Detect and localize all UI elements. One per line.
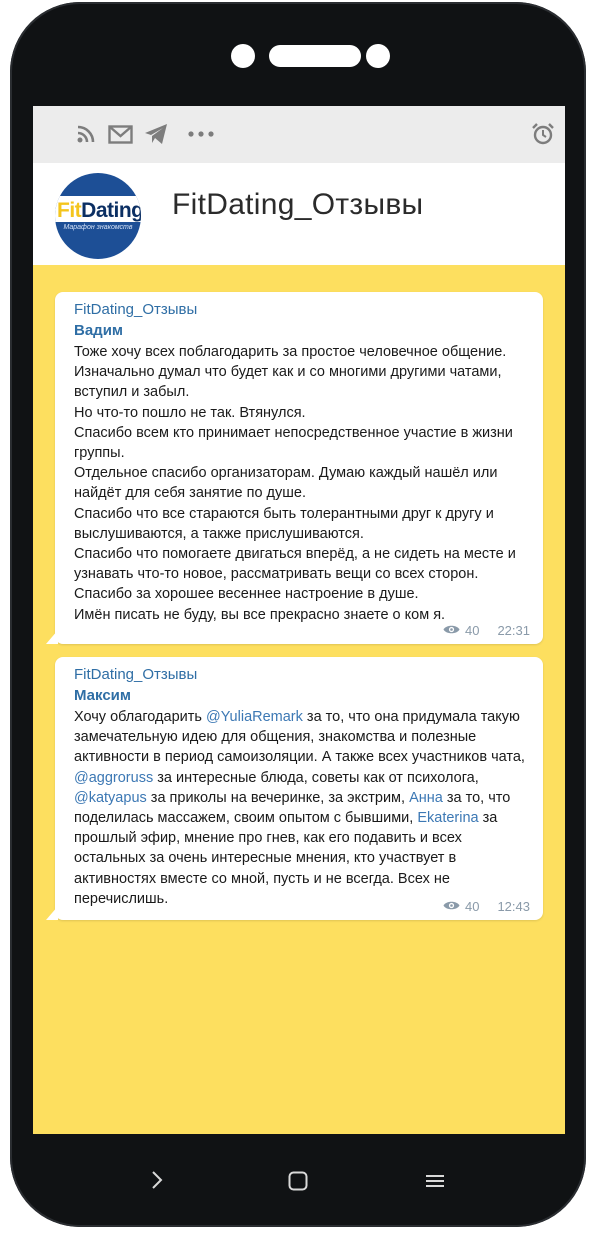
message-author[interactable]: Вадим [74, 322, 123, 339]
text-line: Тоже хочу всех поблагодарить за простое … [74, 344, 507, 401]
text-line: Спасибо что все стараются быть толерантн… [74, 505, 494, 542]
text-line: Но что-то пошло не так. Втянулся. [74, 404, 306, 421]
bubble-tail [46, 906, 58, 920]
views-count: 40 [464, 623, 480, 638]
channel-title: FitDating_Отзывы [172, 188, 424, 221]
text-line: Спасибо что помогаете двигаться вперёд, … [74, 546, 516, 583]
eye-icon [443, 623, 460, 638]
alarm-icon [531, 122, 555, 146]
more-icon [188, 122, 214, 146]
channel-avatar[interactable]: FitDating Марафон знакомств [55, 173, 141, 259]
message-text: Тоже хочу всех поблагодарить за простое … [74, 342, 534, 625]
mail-icon [108, 122, 133, 146]
proximity-sensor [366, 44, 390, 68]
text-segment: за приколы на вечеринке, за экстрим, [146, 789, 410, 806]
home-icon[interactable] [288, 1171, 308, 1196]
menu-icon[interactable] [426, 1174, 444, 1193]
navigation-bar [33, 1134, 565, 1220]
message-time: 22:31 [497, 623, 530, 638]
message-text: Хочу облагодарить @YuliaRemark за то, чт… [74, 707, 534, 909]
bubble-tail [46, 630, 58, 644]
message-sender[interactable]: FitDating_Отзывы [74, 666, 197, 683]
earpiece-speaker [269, 45, 361, 67]
eye-icon [443, 899, 460, 914]
back-icon[interactable] [151, 1171, 163, 1194]
mention-link[interactable]: @katyapus [74, 790, 147, 806]
avatar-logo: FitDating [57, 199, 141, 223]
message-author[interactable]: Максим [74, 687, 131, 704]
mention-link[interactable]: @aggroruss [74, 770, 153, 786]
logo-fit: Fit [57, 199, 82, 222]
message-bubble[interactable]: FitDating_Отзывы Вадим Тоже хочу всех по… [46, 292, 543, 644]
status-bar [33, 106, 565, 163]
text-line: Имён писать не буду, вы все прекрасно зн… [74, 606, 446, 623]
mention-link[interactable]: Ekaterina [417, 810, 478, 826]
telegram-icon [144, 122, 168, 146]
mention-link[interactable]: @YuliaRemark [206, 709, 303, 725]
views-count: 40 [464, 899, 480, 914]
text-segment: за интересные блюда, советы как от психо… [153, 769, 479, 786]
message-sender[interactable]: FitDating_Отзывы [74, 301, 197, 318]
message-time: 12:43 [497, 899, 530, 914]
phone-screen: FitDating Марафон знакомств FitDating_От… [33, 106, 565, 1134]
message-meta: 40 12:43 [443, 899, 530, 914]
channel-header[interactable]: FitDating Марафон знакомств FitDating_От… [33, 163, 565, 265]
avatar-subtitle: Марафон знакомств [63, 224, 133, 231]
front-camera [231, 44, 255, 68]
message-meta: 40 22:31 [443, 623, 530, 638]
text-segment: Хочу облагодарить [74, 709, 206, 725]
mention-link[interactable]: Анна [409, 790, 443, 806]
text-line: Спасибо за хорошее весеннее настроение в… [74, 586, 419, 603]
rss-icon [77, 122, 95, 146]
message-bubble[interactable]: FitDating_Отзывы Максим Хочу облагодарит… [46, 657, 543, 920]
text-line: Спасибо всем кто принимает непосредствен… [74, 424, 513, 462]
logo-dating: Dating [81, 199, 141, 222]
text-line: Отдельное спасибо организаторам. Думаю к… [74, 465, 498, 502]
